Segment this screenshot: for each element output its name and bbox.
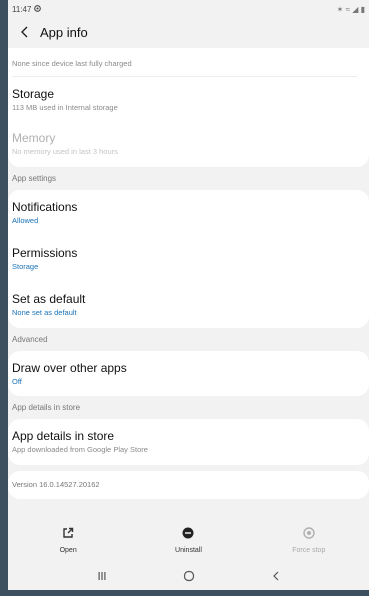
storage-title: Storage bbox=[12, 87, 55, 101]
permissions-row[interactable]: Permissions Storage bbox=[8, 236, 369, 282]
system-status-icons: ✶ ≈ ◢ ▮ bbox=[336, 5, 365, 14]
section-header-app-settings: App settings bbox=[12, 174, 57, 183]
page-title: App info bbox=[40, 24, 88, 40]
draw-over-other-apps-row[interactable]: Draw over other apps Off bbox=[8, 351, 369, 396]
back-arrow-icon[interactable] bbox=[16, 23, 34, 41]
memory-row: Memory No memory used in last 3 hours bbox=[8, 123, 369, 167]
section-header-app-details: App details in store bbox=[12, 403, 81, 412]
device-frame-bottom bbox=[0, 590, 369, 596]
bottom-action-bar: Open Uninstall Force stop bbox=[8, 520, 369, 560]
uninstall-icon bbox=[182, 526, 194, 544]
app-details-subtitle: App downloaded from Google Play Store bbox=[12, 445, 148, 454]
open-button[interactable]: Open bbox=[18, 526, 118, 554]
draw-over-subtitle: Off bbox=[12, 377, 22, 386]
app-details-in-store-row[interactable]: App details in store App downloaded from… bbox=[8, 419, 369, 465]
app-info-screen: 11:47 ✶ ≈ ◢ ▮ App info None since device… bbox=[8, 0, 369, 596]
battery-row[interactable]: None since device last fully charged bbox=[8, 48, 369, 76]
force-stop-label: Force stop bbox=[292, 547, 326, 554]
open-external-icon bbox=[62, 526, 74, 544]
app-details-title: App details in store bbox=[12, 429, 115, 443]
memory-subtitle: No memory used in last 3 hours bbox=[12, 147, 118, 156]
open-label: Open bbox=[59, 547, 77, 554]
permissions-subtitle: Storage bbox=[12, 262, 39, 271]
battery-subtitle: None since device last fully charged bbox=[12, 59, 132, 68]
version-info: Version 16.0.14527.20162 bbox=[8, 471, 369, 499]
permissions-title: Permissions bbox=[12, 246, 78, 260]
notifications-title: Notifications bbox=[12, 200, 78, 214]
set-as-default-subtitle: None set as default bbox=[12, 308, 77, 317]
notification-icon bbox=[34, 5, 42, 14]
uninstall-button[interactable]: Uninstall bbox=[138, 526, 238, 554]
back-button[interactable] bbox=[256, 566, 296, 586]
app-settings-card: Notifications Allowed Permissions Storag… bbox=[8, 190, 369, 328]
uninstall-label: Uninstall bbox=[175, 547, 202, 554]
app-details-card: App details in store App downloaded from… bbox=[8, 419, 369, 465]
storage-row[interactable]: Storage 113 MB used in Internal storage bbox=[8, 77, 369, 123]
force-stop-icon bbox=[303, 526, 315, 544]
set-as-default-row[interactable]: Set as default None set as default bbox=[8, 282, 369, 328]
notifications-subtitle: Allowed bbox=[12, 216, 39, 225]
recent-apps-button[interactable] bbox=[82, 566, 122, 586]
status-bar: 11:47 ✶ ≈ ◢ ▮ bbox=[8, 0, 369, 16]
memory-title: Memory bbox=[12, 131, 56, 145]
home-button[interactable] bbox=[169, 566, 209, 586]
set-as-default-title: Set as default bbox=[12, 292, 86, 306]
section-header-advanced: Advanced bbox=[12, 335, 48, 344]
storage-subtitle: 113 MB used in Internal storage bbox=[12, 103, 118, 112]
status-icons: ✶ ≈ ◢ ▮ bbox=[337, 3, 365, 16]
status-time: 11:47 bbox=[12, 5, 32, 14]
draw-over-title: Draw over other apps bbox=[12, 361, 127, 375]
advanced-card: Draw over other apps Off bbox=[8, 351, 369, 396]
notifications-row[interactable]: Notifications Allowed bbox=[8, 190, 369, 236]
navigation-bar bbox=[8, 561, 369, 590]
app-bar: App info bbox=[8, 16, 369, 48]
usage-card: None since device last fully charged Sto… bbox=[8, 48, 369, 167]
force-stop-button: Force stop bbox=[259, 526, 359, 554]
